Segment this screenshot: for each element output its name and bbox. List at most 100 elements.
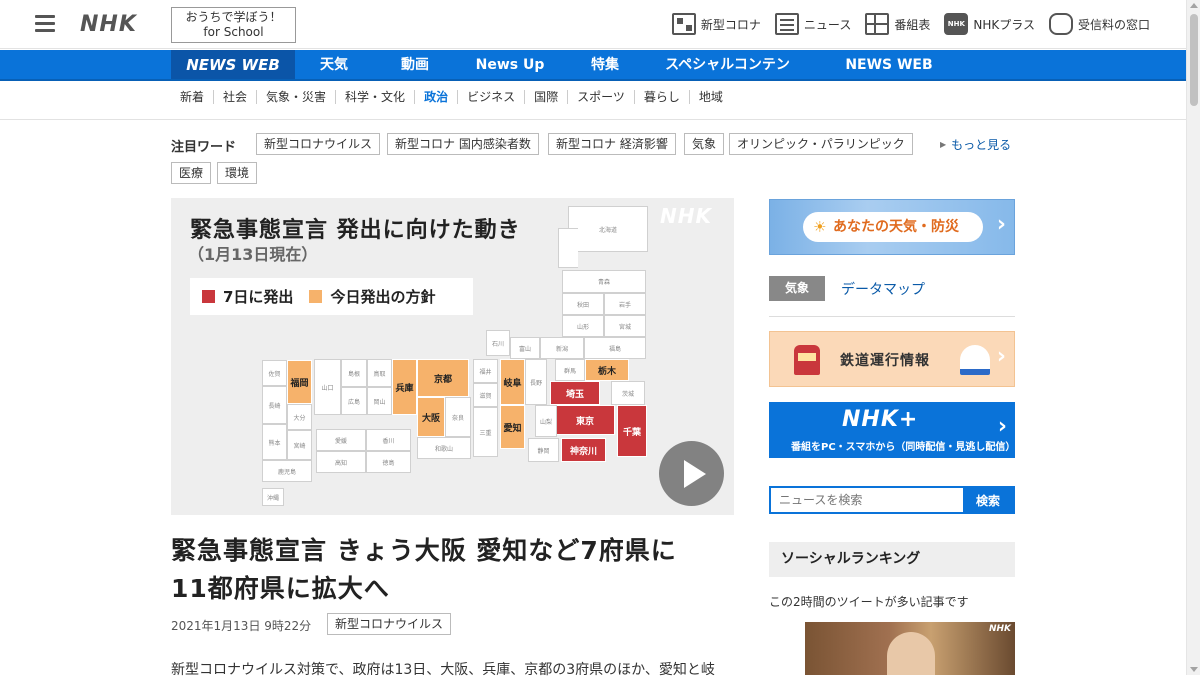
pref-okayama: 岡山 <box>367 387 392 415</box>
subnav-item[interactable]: ビジネス <box>457 90 524 104</box>
rail-banner[interactable]: 鉄道運行情報 › <box>769 331 1015 387</box>
top-links: 新型コロナ ニュース 番組表 NHK NHKプラス 受信料の窓口 <box>671 12 1150 36</box>
subnav-item[interactable]: 暮らし <box>633 90 689 104</box>
pref-hokkaido: 北海道 <box>568 206 648 252</box>
pref-kagoshima: 鹿児島 <box>262 460 312 482</box>
pref-nagano: 長野 <box>525 359 547 405</box>
top-link-corona[interactable]: 新型コロナ <box>671 12 761 36</box>
nhkplus-logo: NHK+ <box>842 407 919 432</box>
keyword-tag[interactable]: 気象 <box>684 133 725 155</box>
keyword-tag[interactable]: 新型コロナ 国内感染者数 <box>387 133 539 155</box>
top-link-label: 新型コロナ <box>700 17 761 32</box>
keyword-tag[interactable]: オリンピック・パラリンピック <box>729 133 913 155</box>
pref-miyazaki: 宮崎 <box>287 430 312 460</box>
pref-yamaguchi: 山口 <box>314 359 341 415</box>
nav-weather[interactable]: 天気 <box>305 50 363 79</box>
news-icon <box>774 13 799 35</box>
keyword-tag[interactable]: 環境 <box>217 162 258 184</box>
article-headline: 緊急事態宣言 きょう大阪 愛知など7府県に 11都府県に拡大へ <box>171 532 734 608</box>
more-link[interactable]: もっと見る <box>940 136 1011 153</box>
keyword-tag[interactable]: 新型コロナ 経済影響 <box>548 133 676 155</box>
pref-fukushima: 福島 <box>584 337 646 359</box>
nav-special-contents[interactable]: スペシャルコンテンツ <box>660 50 795 103</box>
datamap-link[interactable]: データマップ <box>841 279 925 299</box>
scrollbar-thumb[interactable] <box>1190 14 1198 106</box>
social-ranking-title: ソーシャルランキング <box>769 542 1015 577</box>
scroll-up-icon[interactable] <box>1190 3 1198 8</box>
nhkplus-caption: 番組をPC・スマホから（同時配信・見逃し配信） <box>791 442 1016 453</box>
top-link-label: ニュース <box>803 17 852 32</box>
pref-ibaraki: 茨城 <box>611 381 645 405</box>
pref-tokushima: 徳島 <box>366 451 411 473</box>
for-school-button[interactable]: おうちで学ぼう！ for School <box>171 7 296 43</box>
top-link-fee[interactable]: 受信料の窓口 <box>1048 12 1150 36</box>
nav-news-up[interactable]: News Up <box>470 50 550 79</box>
keyword-tag[interactable]: 医療 <box>171 162 212 184</box>
chevron-right-icon: › <box>996 344 1006 369</box>
legend-orange-label: 今日発出の方針 <box>330 288 436 306</box>
chevron-right-icon: › <box>997 414 1007 439</box>
keyword-tag[interactable]: 新型コロナウイルス <box>256 133 381 155</box>
attention-label: 注目ワード <box>171 140 237 155</box>
menu-icon[interactable] <box>35 15 55 33</box>
nav-video[interactable]: 動画 <box>385 50 445 79</box>
nhk-logo[interactable]: NHK <box>80 12 137 37</box>
nav-special[interactable]: 特集 <box>575 50 635 79</box>
pref-kochi: 高知 <box>316 451 366 473</box>
pref-kyoto: 京都 <box>417 359 469 397</box>
ranking-thumbnail[interactable]: NHK <box>805 622 1015 675</box>
weather-banner[interactable]: あなたの天気・防災 › <box>769 199 1015 255</box>
nav-news-web[interactable]: NEWS WEB <box>171 50 295 79</box>
scrollbar[interactable] <box>1186 0 1200 675</box>
nav-news-web-easy[interactable]: NEWS WEB EASY <box>825 50 953 103</box>
pref-shimane: 島根 <box>341 359 367 387</box>
subnav-item[interactable]: 気象・災害 <box>256 90 335 104</box>
pref-nagasaki: 長崎 <box>262 386 287 424</box>
news-search: 検索 <box>769 486 1015 514</box>
subnav-item-current[interactable]: 政治 <box>414 90 457 104</box>
search-input[interactable] <box>771 488 963 512</box>
rail-banner-label: 鉄道運行情報 <box>840 353 930 369</box>
sidebar-divider <box>769 316 1015 317</box>
pref-tokyo: 東京 <box>555 405 615 435</box>
article-date: 2021年1月13日 9時22分 <box>171 619 312 633</box>
pref-okinawa: 沖縄 <box>262 488 284 506</box>
pref-mie: 三重 <box>473 407 498 457</box>
article-body: 新型コロナウイルス対策で、政府は13日、大阪、兵庫、京都の3府県のほか、愛知と岐 <box>171 662 715 678</box>
pref-hyogo: 兵庫 <box>392 359 417 415</box>
nhk-watermark: NHK <box>988 624 1011 634</box>
pref-akita: 秋田 <box>562 293 604 315</box>
subnav-item[interactable]: 新着 <box>171 90 213 104</box>
pref-yamanashi: 山梨 <box>535 405 557 437</box>
subnav-item[interactable]: 国際 <box>524 90 567 104</box>
top-link-schedule[interactable]: 番組表 <box>865 12 930 36</box>
subnav-item[interactable]: 科学・文化 <box>335 90 414 104</box>
search-button[interactable]: 検索 <box>963 488 1013 512</box>
subnav-item[interactable]: スポーツ <box>567 90 634 104</box>
qr-icon <box>671 13 696 35</box>
top-link-news[interactable]: ニュース <box>774 12 852 36</box>
nhkplus-banner[interactable]: NHK+ 番組をPC・スマホから（同時配信・見逃し配信） › <box>769 402 1015 458</box>
social-ranking-subtitle: この2時間のツイートが多い記事です <box>769 595 969 609</box>
pref-iwate: 岩手 <box>604 293 646 315</box>
pref-chiba: 千葉 <box>617 405 647 457</box>
pref-fukuoka: 福岡 <box>287 360 312 404</box>
subnav-item[interactable]: 地域 <box>688 90 732 104</box>
pref-ehime: 愛媛 <box>316 429 366 451</box>
map-title: 緊急事態宣言 発出に向けた動き <box>190 218 521 243</box>
article-video-thumbnail[interactable]: 緊急事態宣言 発出に向けた動き （1月13日現在） NHK 7日に発出 今日発出… <box>171 198 734 515</box>
subnav-item[interactable]: 社会 <box>213 90 256 104</box>
legend-orange-swatch <box>309 290 323 303</box>
grid-icon <box>865 13 890 35</box>
pref-niigata: 新潟 <box>540 337 584 359</box>
article-tag[interactable]: 新型コロナウイルス <box>327 613 452 635</box>
pref-shiga: 滋賀 <box>473 383 498 407</box>
chevron-right-icon: › <box>996 212 1006 237</box>
train-icon <box>794 345 820 375</box>
play-button-icon[interactable] <box>659 441 724 506</box>
legend-red-swatch <box>202 290 215 303</box>
map-subtitle: （1月13日現在） <box>188 245 318 264</box>
pref-yamagata: 山形 <box>562 315 604 337</box>
top-link-nhkplus[interactable]: NHK NHKプラス <box>944 12 1035 36</box>
scroll-down-icon[interactable] <box>1190 667 1198 672</box>
